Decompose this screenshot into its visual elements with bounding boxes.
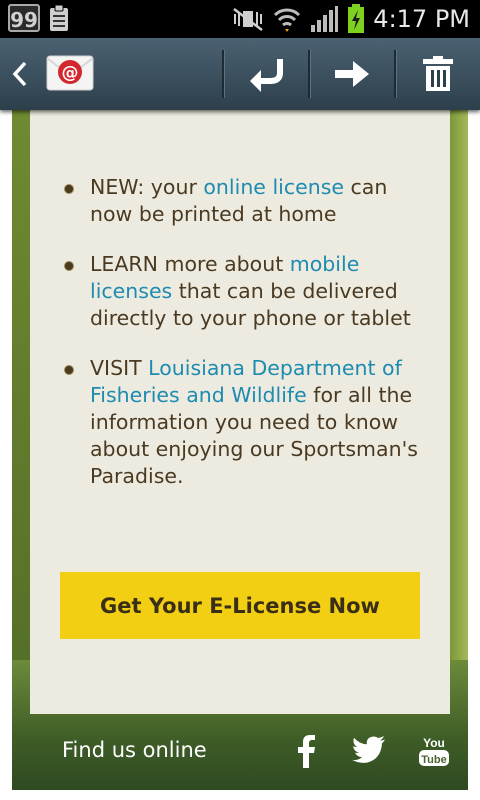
mute-vibrate-icon xyxy=(233,8,264,31)
reply-button[interactable] xyxy=(226,38,306,110)
email-body[interactable]: NEW: your online license can now be prin… xyxy=(0,110,480,800)
youtube-icon[interactable]: You Tube xyxy=(418,734,450,768)
bullet-item-online-license: NEW: your online license can now be prin… xyxy=(60,174,420,228)
bullet-dot-icon xyxy=(64,261,74,271)
notification-count-badge: 99 xyxy=(8,4,40,32)
signal-icon xyxy=(311,6,339,32)
bullet-dot-icon xyxy=(64,184,74,194)
status-bar: 99 4:17 PM xyxy=(0,0,480,38)
action-bar: @ xyxy=(0,38,480,110)
battery-charging-icon xyxy=(348,4,365,33)
get-e-license-button[interactable]: Get Your E-License Now xyxy=(60,572,420,639)
online-license-link[interactable]: online license xyxy=(203,175,344,199)
email-app-icon[interactable]: @ xyxy=(46,52,94,94)
action-bar-divider xyxy=(308,50,310,98)
twitter-icon[interactable] xyxy=(352,734,386,764)
delete-button[interactable] xyxy=(398,38,478,110)
back-chevron-icon[interactable] xyxy=(10,60,30,88)
facebook-icon[interactable] xyxy=(296,734,316,768)
wifi-icon xyxy=(274,8,301,32)
svg-text:You: You xyxy=(423,736,445,750)
forward-icon xyxy=(335,61,369,87)
clipboard-icon xyxy=(50,4,68,31)
feature-bullet-list: NEW: your online license can now be prin… xyxy=(60,174,420,513)
delete-icon xyxy=(423,56,453,91)
bullet-dot-icon xyxy=(64,365,74,375)
svg-text:Tube: Tube xyxy=(421,754,446,766)
partial-cut-off-text xyxy=(202,110,222,112)
action-bar-divider xyxy=(222,50,224,98)
action-bar-divider xyxy=(394,50,396,98)
reply-icon xyxy=(250,59,283,92)
svg-text:@: @ xyxy=(62,63,79,83)
forward-button[interactable] xyxy=(312,38,392,110)
bullet-item-mobile-licenses: LEARN more about mobile licenses that ca… xyxy=(60,251,420,332)
find-us-online-label: Find us online xyxy=(62,738,207,762)
bullet-item-visit-ldwf: VISIT Louisiana Department of Fisheries … xyxy=(60,355,420,490)
content-card: NEW: your online license can now be prin… xyxy=(30,110,450,714)
clock: 4:17 PM xyxy=(373,5,470,33)
